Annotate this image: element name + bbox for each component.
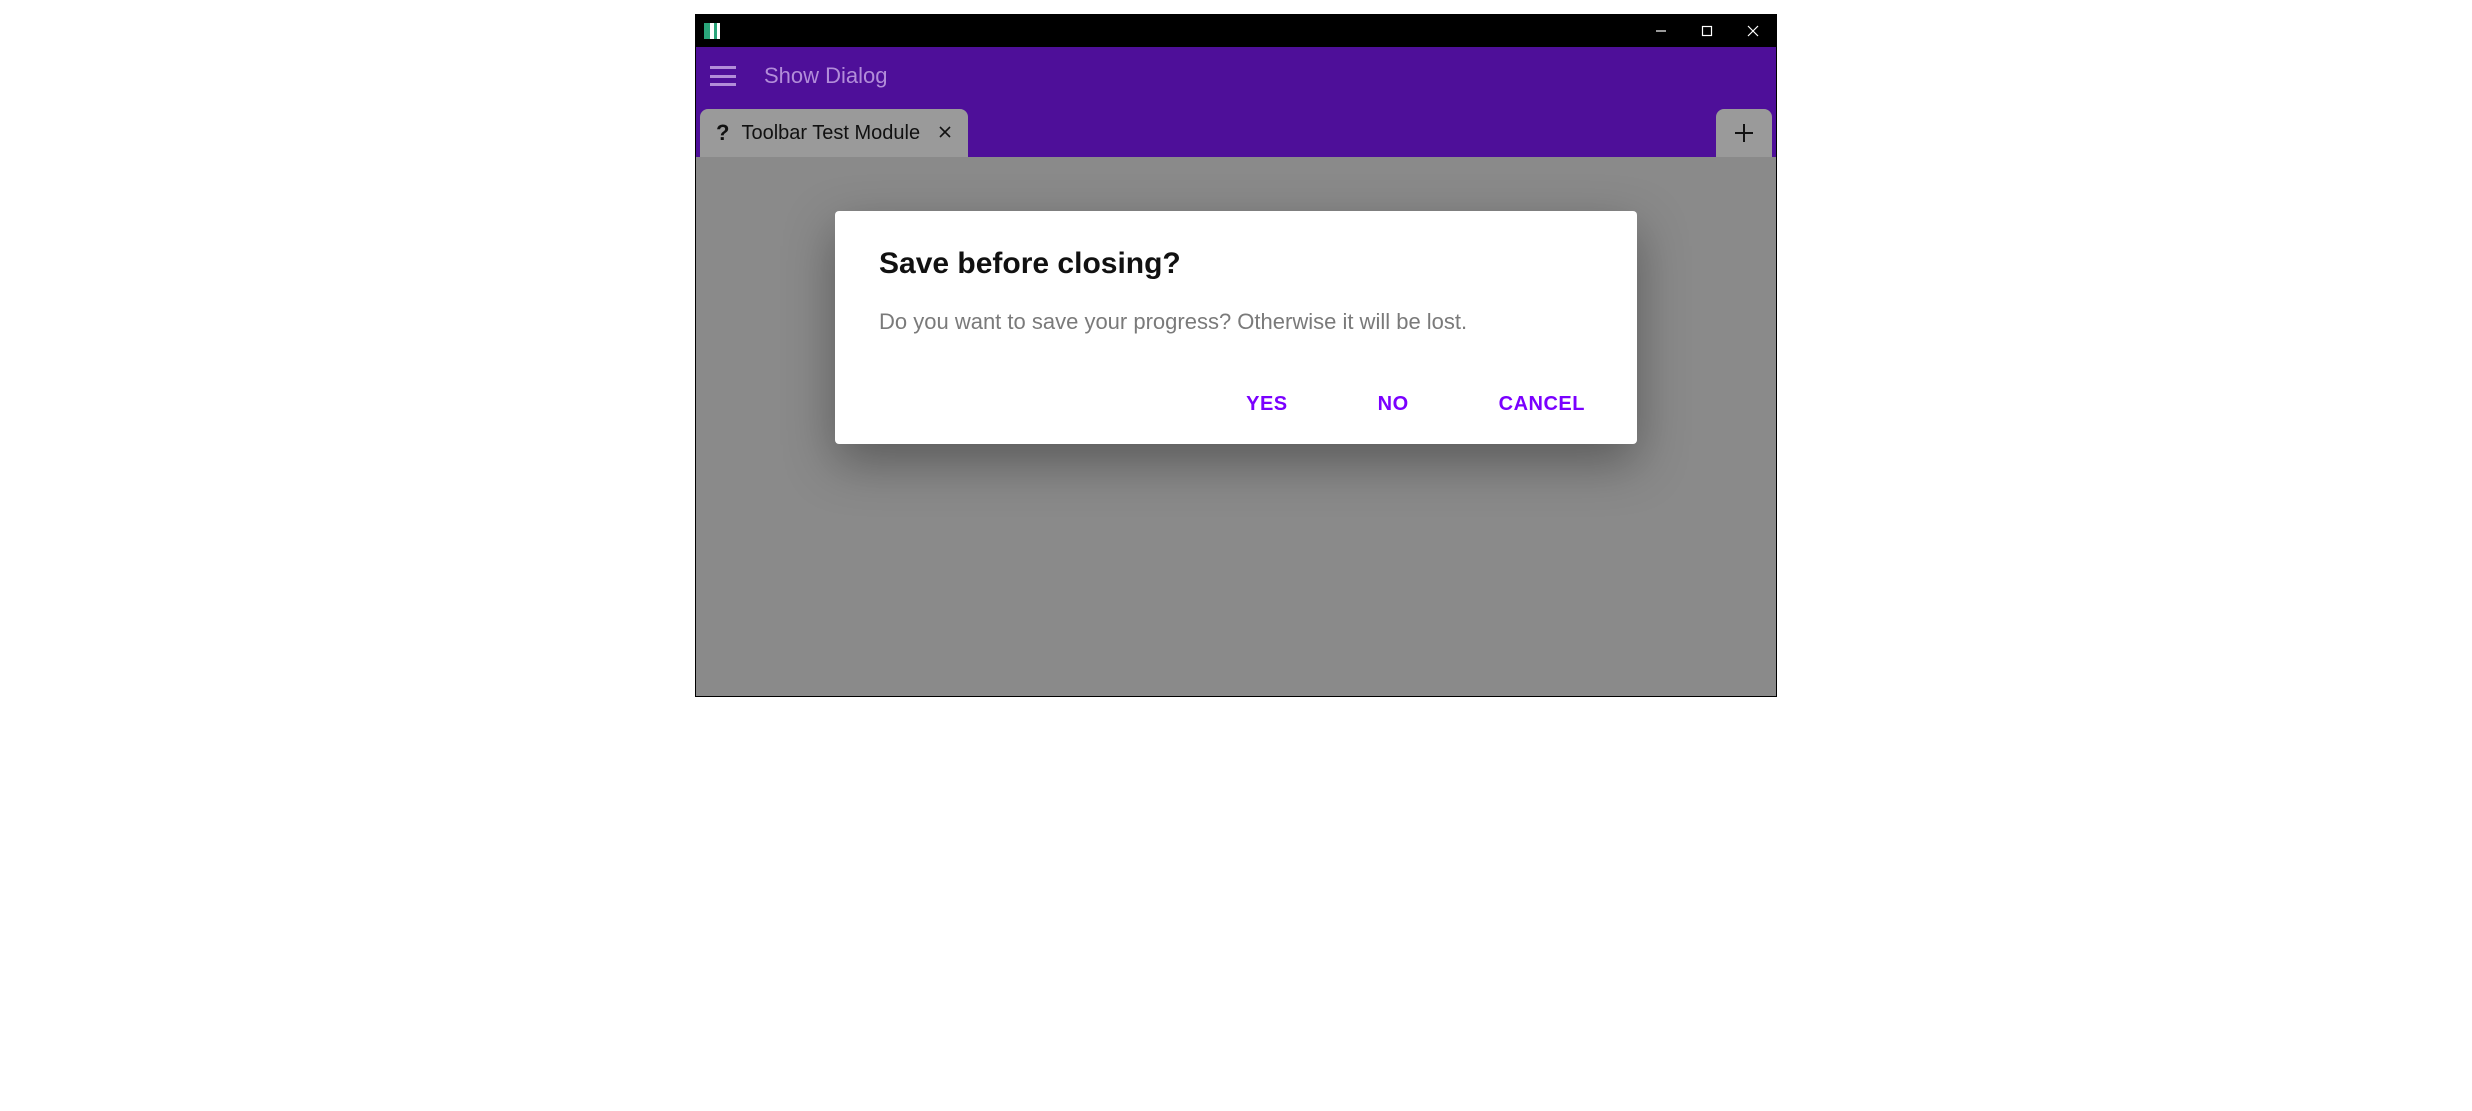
add-tab-button[interactable] <box>1716 109 1772 157</box>
content-area: Save before closing? Do you want to save… <box>696 157 1776 696</box>
dialog-actions: YES NO CANCEL <box>879 393 1593 416</box>
window-controls <box>1638 15 1776 47</box>
tab-toolbar-test-module[interactable]: ? Toolbar Test Module <box>700 109 968 157</box>
hamburger-menu-button[interactable] <box>710 66 736 86</box>
minimize-button[interactable] <box>1638 15 1684 47</box>
dialog-title: Save before closing? <box>879 247 1593 281</box>
save-dialog: Save before closing? Do you want to save… <box>835 211 1637 444</box>
cancel-button[interactable]: CANCEL <box>1499 393 1585 416</box>
tab-label: Toolbar Test Module <box>741 122 920 145</box>
close-window-button[interactable] <box>1730 15 1776 47</box>
titlebar <box>696 15 1776 47</box>
header-bar: Show Dialog <box>696 47 1776 105</box>
help-icon: ? <box>716 120 729 146</box>
yes-button[interactable]: YES <box>1246 393 1288 416</box>
maximize-button[interactable] <box>1684 15 1730 47</box>
dialog-body: Do you want to save your progress? Other… <box>879 309 1593 335</box>
app-icon <box>704 23 720 39</box>
no-button[interactable]: NO <box>1378 393 1409 416</box>
plus-icon <box>1733 122 1755 144</box>
app-window: Show Dialog ? Toolbar Test Module Save b… <box>695 14 1777 697</box>
header-title: Show Dialog <box>764 63 888 89</box>
tab-strip: ? Toolbar Test Module <box>696 105 1776 157</box>
close-tab-button[interactable] <box>938 123 952 144</box>
